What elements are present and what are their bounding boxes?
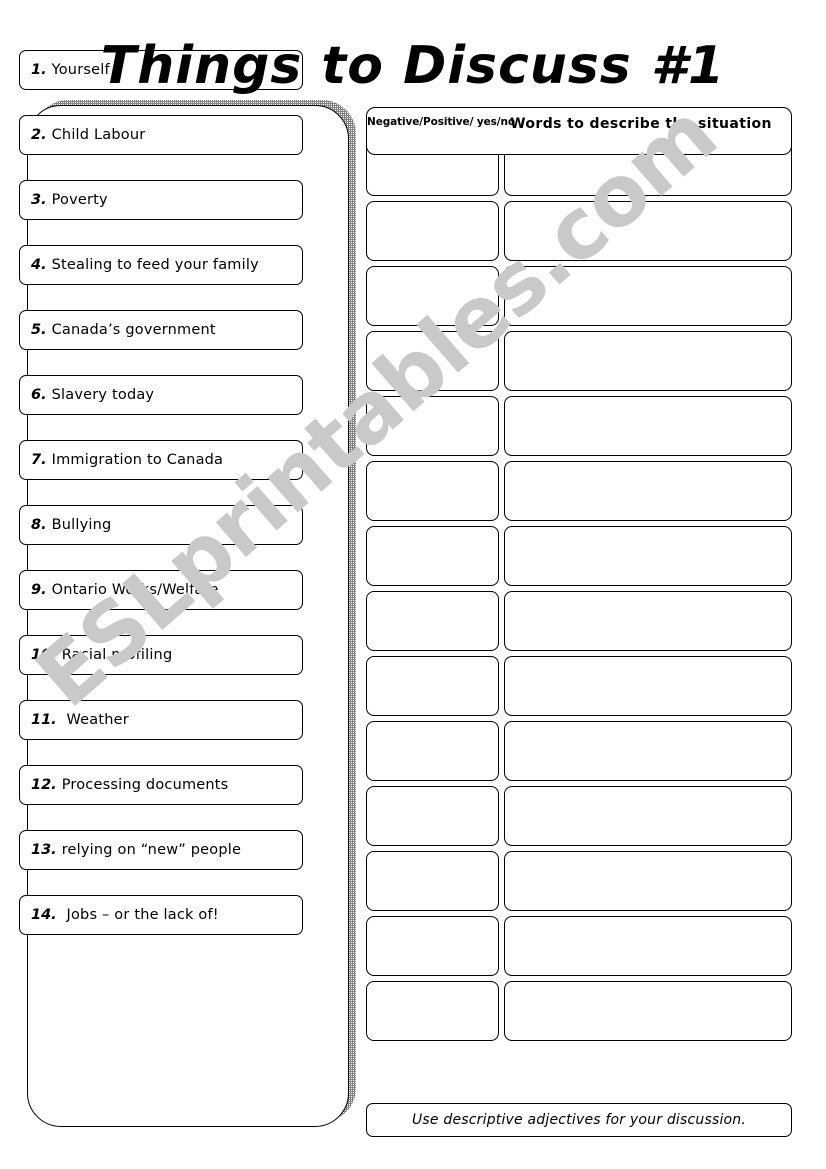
judgement-input-cell[interactable] — [366, 851, 499, 911]
judgement-input-cell[interactable] — [366, 396, 499, 456]
table-row — [366, 721, 792, 781]
answer-table-header: Negative/Positive/ yes/no Words to descr… — [366, 107, 792, 155]
header-judgement-label: Negative/Positive/ yes/no — [367, 116, 516, 128]
table-row — [366, 591, 792, 651]
topic-number: 3. — [31, 192, 47, 208]
table-row — [366, 201, 792, 261]
topic-item[interactable]: 4. Stealing to feed your family — [19, 245, 303, 285]
table-row — [366, 916, 792, 976]
judgement-input-cell[interactable] — [366, 721, 499, 781]
topic-number: 13. — [31, 842, 57, 858]
topic-number: 2. — [31, 127, 47, 143]
topic-label: relying on “new” people — [61, 842, 242, 858]
table-row — [366, 461, 792, 521]
judgement-input-cell[interactable] — [366, 526, 499, 586]
topic-number: 5. — [31, 322, 47, 338]
table-row — [366, 786, 792, 846]
words-input-cell[interactable] — [504, 396, 792, 456]
words-input-cell[interactable] — [504, 851, 792, 911]
topic-item[interactable]: 11. Weather — [19, 700, 303, 740]
topic-number: 10. — [31, 647, 57, 663]
topic-number: 6. — [31, 387, 47, 403]
topic-label: Canada’s government — [51, 322, 216, 338]
topic-item[interactable]: 2. Child Labour — [19, 115, 303, 155]
judgement-input-cell[interactable] — [366, 981, 499, 1041]
topic-list: 1. Yourself 2. Child Labour 3. Poverty 4. Steal… — [19, 50, 303, 960]
judgement-input-cell[interactable] — [366, 591, 499, 651]
header-words-label: Words to describe the situation — [510, 116, 772, 132]
words-input-cell[interactable] — [504, 721, 792, 781]
words-input-cell[interactable] — [504, 526, 792, 586]
topic-item[interactable]: 5. Canada’s government — [19, 310, 303, 350]
words-input-cell[interactable] — [504, 591, 792, 651]
words-input-cell[interactable] — [504, 981, 792, 1041]
table-row — [366, 851, 792, 911]
judgement-input-cell[interactable] — [366, 266, 499, 326]
topic-item[interactable]: 7. Immigration to Canada — [19, 440, 303, 480]
words-input-cell[interactable] — [504, 656, 792, 716]
topic-number: 14. — [31, 907, 57, 923]
words-input-cell[interactable] — [504, 461, 792, 521]
topic-label: Racial profiling — [61, 647, 173, 663]
judgement-input-cell[interactable] — [366, 916, 499, 976]
words-input-cell[interactable] — [504, 786, 792, 846]
table-row — [366, 266, 792, 326]
table-row — [366, 656, 792, 716]
judgement-input-cell[interactable] — [366, 331, 499, 391]
judgement-input-cell[interactable] — [366, 461, 499, 521]
words-input-cell[interactable] — [504, 266, 792, 326]
topic-label: Weather — [61, 712, 129, 728]
topic-number: 4. — [31, 257, 47, 273]
topic-item[interactable]: 3. Poverty — [19, 180, 303, 220]
topic-item[interactable]: 6. Slavery today — [19, 375, 303, 415]
page-title: Things to Discuss #1 — [100, 36, 726, 96]
topic-label: Bullying — [51, 517, 112, 533]
table-row — [366, 981, 792, 1041]
footer-note-text: Use descriptive adjectives for your disc… — [411, 1112, 747, 1128]
judgement-input-cell[interactable] — [366, 201, 499, 261]
topic-number: 8. — [31, 517, 47, 533]
topic-item[interactable]: 14. Jobs – or the lack of! — [19, 895, 303, 935]
topic-item[interactable]: 13. relying on “new” people — [19, 830, 303, 870]
topic-item[interactable]: 9. Ontario Works/Welfare — [19, 570, 303, 610]
topic-label: Stealing to feed your family — [51, 257, 259, 273]
table-row — [366, 526, 792, 586]
judgement-input-cell[interactable] — [366, 656, 499, 716]
topic-number: 11. — [31, 712, 57, 728]
table-row — [366, 396, 792, 456]
topic-number: 12. — [31, 777, 57, 793]
words-input-cell[interactable] — [504, 916, 792, 976]
table-row — [366, 331, 792, 391]
topic-label: Jobs – or the lack of! — [61, 907, 219, 923]
topic-item[interactable]: 12. Processing documents — [19, 765, 303, 805]
topic-number: 9. — [31, 582, 47, 598]
topic-label: Slavery today — [51, 387, 155, 403]
judgement-input-cell[interactable] — [366, 786, 499, 846]
words-input-cell[interactable] — [504, 331, 792, 391]
footer-note: Use descriptive adjectives for your disc… — [366, 1103, 792, 1137]
topic-label: Ontario Works/Welfare — [51, 582, 219, 598]
topic-item[interactable]: 8. Bullying — [19, 505, 303, 545]
answer-rows — [366, 136, 792, 1046]
topic-number: 7. — [31, 452, 47, 468]
words-input-cell[interactable] — [504, 201, 792, 261]
topic-item[interactable]: 10. Racial profiling — [19, 635, 303, 675]
topic-label: Poverty — [51, 192, 108, 208]
topic-label: Immigration to Canada — [51, 452, 224, 468]
topic-label: Child Labour — [51, 127, 146, 143]
topic-label: Processing documents — [61, 777, 229, 793]
